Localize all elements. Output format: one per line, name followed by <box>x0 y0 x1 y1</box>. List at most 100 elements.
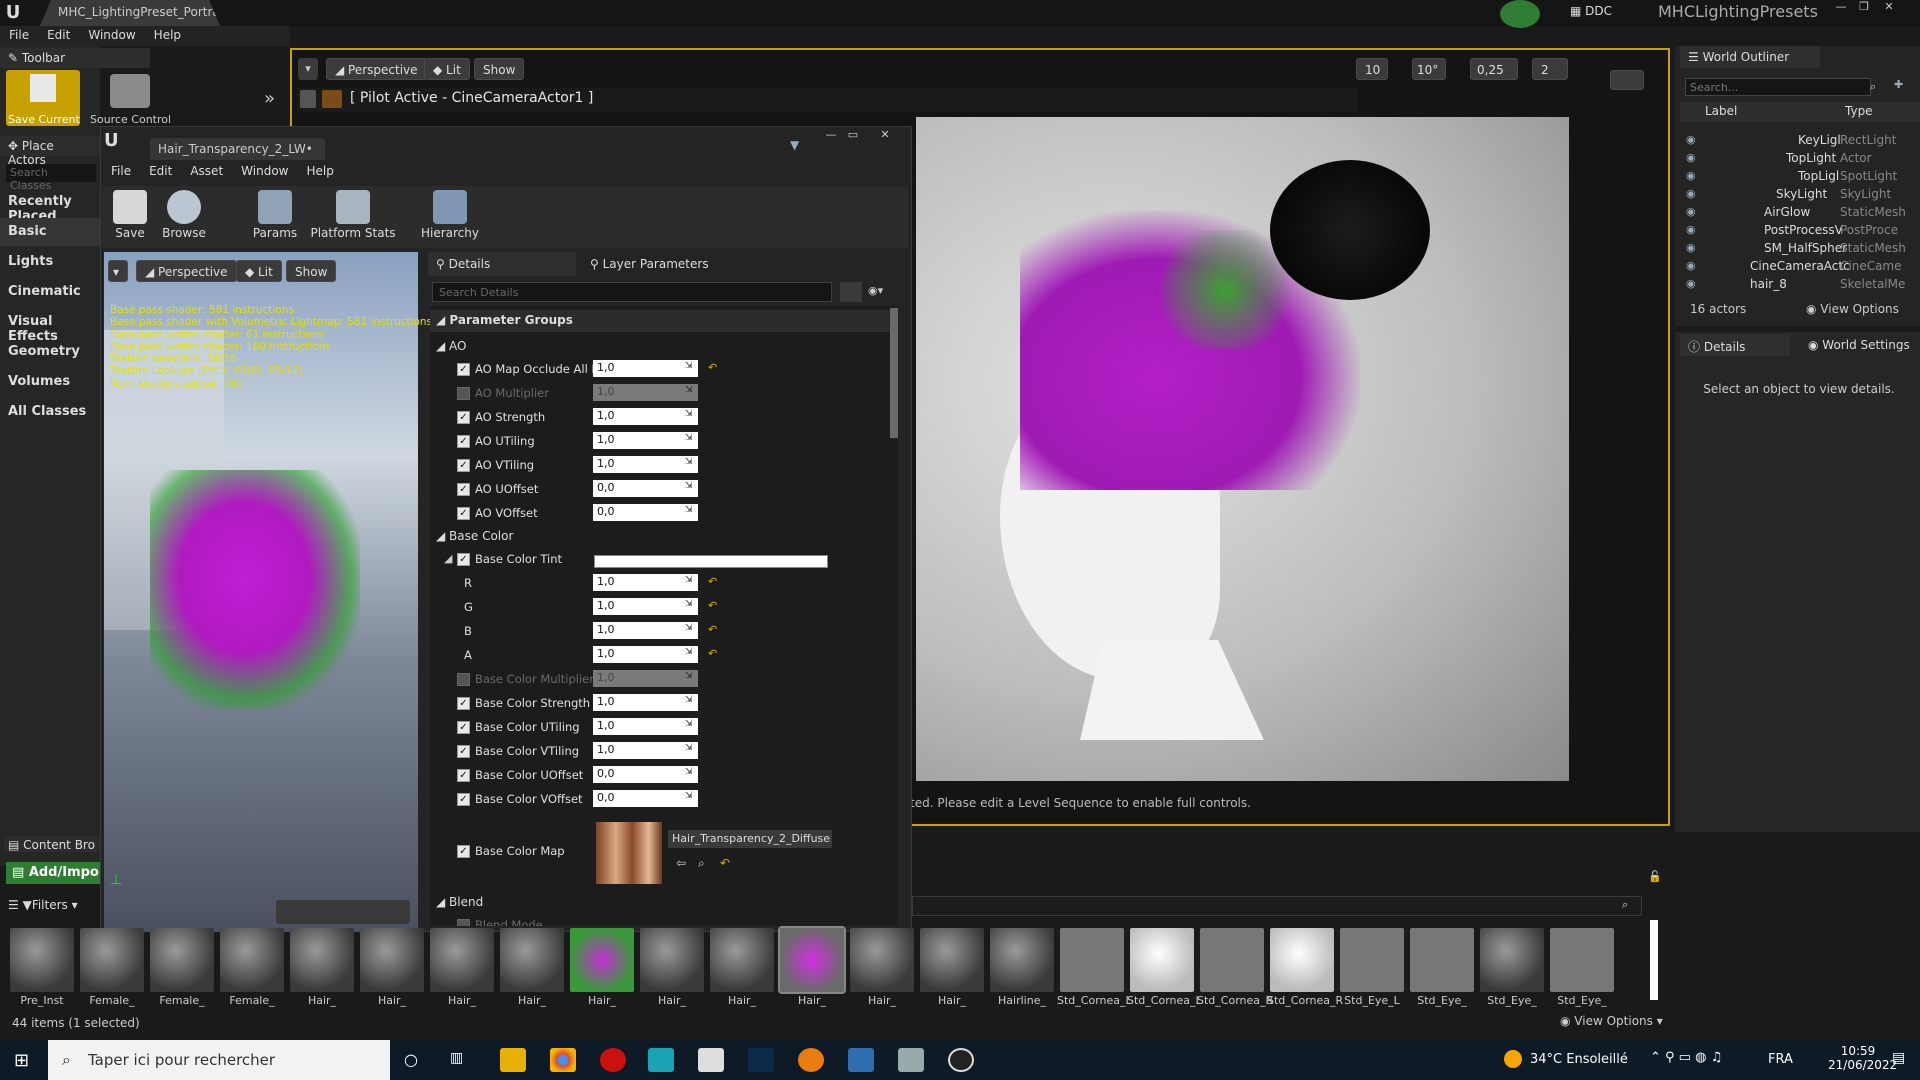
param-checkbox[interactable]: ✓ <box>457 483 470 496</box>
grid-snap-value[interactable]: 10 <box>1356 58 1388 80</box>
param-value[interactable]: 1,0 <box>593 384 698 401</box>
param-value[interactable]: 0,0 <box>593 480 698 497</box>
menu-edit[interactable]: Edit <box>38 26 79 44</box>
param-checkbox[interactable]: ✓ <box>457 435 470 448</box>
tray-icons[interactable]: ⌃ ⚲ ▭ ◍ ♫ <box>1650 1050 1722 1065</box>
asset-thumbnail[interactable] <box>1410 928 1474 992</box>
outliner-row[interactable]: ◉ AirGlow StaticMesh <box>1680 203 1920 221</box>
ddc-indicator[interactable]: ▦ DDC <box>1570 4 1632 24</box>
param-slider-icon[interactable]: ⇲ <box>685 457 693 467</box>
add-filter-icon[interactable]: ✚ <box>1894 78 1903 91</box>
outliner-row[interactable]: ◉ TopLigl SpotLight <box>1680 167 1920 185</box>
param-checkbox[interactable]: ✓ <box>457 845 470 858</box>
unreal-taskbar-icon[interactable] <box>948 1048 974 1072</box>
level-tab[interactable]: MHC_LightingPreset_Portra• <box>40 0 220 26</box>
viewport-layout-icon[interactable] <box>1610 70 1644 90</box>
param-value[interactable]: 1,0 <box>593 718 698 735</box>
3d-viewer-icon[interactable] <box>698 1048 724 1072</box>
param-checkbox[interactable] <box>457 673 470 686</box>
lock-icon[interactable]: 🔓 <box>1648 870 1662 883</box>
param-slider-icon[interactable]: ⇲ <box>685 409 693 419</box>
param-value[interactable]: 1,0 <box>593 742 698 759</box>
reset-default-icon[interactable]: ↶ <box>708 623 717 636</box>
category-recently-placed[interactable]: Recently Placed <box>0 188 100 224</box>
preview-shape-buttons[interactable] <box>276 900 410 924</box>
reset-default-icon[interactable]: ↶ <box>708 575 717 588</box>
category-visual-effects[interactable]: Visual Effects <box>0 308 100 344</box>
outliner-row[interactable]: ◉ CineCameraActc CineCame <box>1680 257 1920 275</box>
column-label[interactable]: Label <box>1705 104 1737 118</box>
source-control-icon[interactable] <box>110 74 150 108</box>
visibility-eye-icon[interactable]: ◉ <box>1686 205 1696 218</box>
outliner-row[interactable]: ◉ KeyLigl RectLight <box>1680 131 1920 149</box>
scale-snap-value[interactable]: 0,25 <box>1470 58 1518 80</box>
param-checkbox[interactable]: ✓ <box>457 769 470 782</box>
hierarchy-button[interactable]: Hierarchy <box>420 186 480 246</box>
material-close-icon[interactable]: ✕ <box>874 128 896 144</box>
visibility-eye-icon[interactable]: ◉ <box>1686 277 1696 290</box>
category-volumes[interactable]: Volumes <box>0 368 100 396</box>
asset-thumbnail[interactable] <box>430 928 494 992</box>
asset-thumbnail[interactable] <box>640 928 704 992</box>
asset-thumbnail[interactable] <box>1270 928 1334 992</box>
task-view-icon[interactable]: ▥ <box>450 1050 463 1066</box>
param-value[interactable]: 1,0 <box>593 694 698 711</box>
param-slider-icon[interactable]: ⇲ <box>685 695 693 705</box>
preview-menu-icon[interactable]: ▾ <box>108 260 128 282</box>
category-cinematic[interactable]: Cinematic <box>0 278 100 306</box>
material-minimize-icon[interactable]: — <box>820 128 842 144</box>
category-lights[interactable]: Lights <box>0 248 100 276</box>
visibility-eye-icon[interactable]: ◉ <box>1686 241 1696 254</box>
outliner-row[interactable]: ◉ PostProcessV PostProce <box>1680 221 1920 239</box>
mat-menu-help[interactable]: Help <box>297 162 342 180</box>
asset-thumbnail[interactable] <box>1480 928 1544 992</box>
maximize-icon[interactable]: ❐ <box>1853 0 1875 16</box>
param-slider-icon[interactable]: ⇲ <box>685 599 693 609</box>
asset-thumbnail[interactable] <box>10 928 74 992</box>
param-slider-icon[interactable]: ⇲ <box>685 385 693 395</box>
param-slider-icon[interactable]: ⇲ <box>685 647 693 657</box>
param-checkbox[interactable]: ✓ <box>457 363 470 376</box>
minimize-icon[interactable]: — <box>1830 0 1852 16</box>
category-all-classes[interactable]: All Classes <box>0 398 100 426</box>
asset-thumbnail[interactable] <box>710 928 774 992</box>
save-button[interactable]: Save <box>110 186 150 246</box>
asset-thumbnail[interactable] <box>850 928 914 992</box>
material-maximize-icon[interactable]: ▭ <box>842 128 864 144</box>
asset-thumbnail[interactable] <box>570 928 634 992</box>
place-actors-tab[interactable]: ✥ Place Actors <box>0 136 100 167</box>
outliner-search-input[interactable]: Search... <box>1685 78 1871 96</box>
photos-icon[interactable] <box>848 1048 874 1072</box>
param-checkbox[interactable] <box>457 387 470 400</box>
param-slider-icon[interactable]: ⇲ <box>685 719 693 729</box>
visibility-eye-icon[interactable]: ◉ <box>1686 223 1696 236</box>
search-classes-input[interactable]: Search Classes <box>6 164 96 192</box>
layer-parameters-tab[interactable]: ⚲ Layer Parameters <box>582 252 722 276</box>
add-import-button[interactable]: ▤ Add/Impo <box>6 862 100 884</box>
asset-thumbnail[interactable] <box>1130 928 1194 992</box>
menu-file[interactable]: File <box>0 26 38 44</box>
outliner-row[interactable]: ◉ SkyLight SkyLight <box>1680 185 1920 203</box>
mat-menu-file[interactable]: File <box>102 162 140 180</box>
reset-default-icon[interactable]: ↶ <box>720 856 730 870</box>
asset-thumbnail[interactable] <box>360 928 424 992</box>
category-basic[interactable]: Basic <box>0 218 100 246</box>
visibility-eye-icon[interactable]: ◉ <box>1686 133 1696 146</box>
param-checkbox[interactable]: ✓ <box>457 507 470 520</box>
asset-thumbnail[interactable] <box>1340 928 1404 992</box>
eject-pilot-icon[interactable] <box>300 90 316 108</box>
param-value[interactable]: 0,0 <box>593 790 698 807</box>
language-indicator[interactable]: FRA <box>1768 1052 1793 1067</box>
content-view-options[interactable]: ◉ View Options ▾ <box>1560 1014 1663 1028</box>
property-matrix-icon[interactable] <box>840 282 862 302</box>
blender-icon[interactable] <box>798 1048 824 1072</box>
outliner-view-options[interactable]: ◉ View Options <box>1806 302 1899 316</box>
file-explorer-icon[interactable] <box>500 1048 526 1072</box>
windows-start-icon[interactable]: ⊞ <box>14 1050 29 1071</box>
asset-thumbnail[interactable] <box>80 928 144 992</box>
rotation-snap-value[interactable]: 10° <box>1412 58 1446 80</box>
menu-window[interactable]: Window <box>79 26 144 44</box>
param-slider-icon[interactable]: ⇲ <box>685 575 693 585</box>
pin-icon[interactable]: ▼ <box>790 138 799 152</box>
asset-thumbnail-selected[interactable] <box>778 926 846 994</box>
